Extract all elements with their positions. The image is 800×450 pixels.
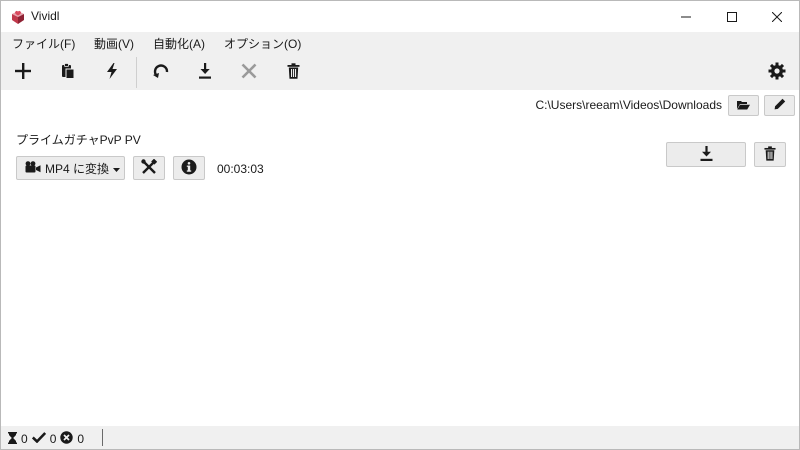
refresh-button[interactable] [147, 58, 175, 86]
pencil-icon [774, 98, 786, 113]
output-path: C:\Users\reeam\Videos\Downloads [535, 98, 722, 112]
menu-video[interactable]: 動画(V) [94, 35, 134, 52]
edit-path-button[interactable] [764, 95, 795, 116]
paste-button[interactable] [54, 58, 82, 86]
gear-icon [768, 62, 786, 83]
clipboard-icon [61, 62, 75, 82]
trash-icon [287, 62, 300, 82]
maximize-button[interactable] [709, 1, 755, 32]
info-button[interactable] [173, 156, 205, 180]
close-button[interactable] [754, 1, 800, 32]
menu-bar: ファイル(F) 動画(V) 自動化(A) オプション(O) [1, 32, 799, 54]
menu-file[interactable]: ファイル(F) [12, 35, 75, 52]
plus-icon [14, 62, 32, 83]
refresh-icon [152, 63, 170, 82]
title-bar: Vividl [1, 1, 799, 32]
download-button[interactable] [666, 142, 746, 167]
download-icon [198, 62, 212, 82]
folder-open-icon [737, 99, 750, 113]
video-camera-icon [25, 160, 41, 176]
settings-button[interactable] [763, 58, 791, 86]
done-count: 0 [49, 432, 57, 446]
cancel-button[interactable] [235, 58, 263, 86]
video-title: プライムガチャPvP PV [16, 133, 141, 147]
menu-automation[interactable]: 自動化(A) [153, 35, 205, 52]
wrench-screwdriver-icon [141, 158, 158, 178]
add-button[interactable] [9, 58, 37, 86]
window-title: Vividl [31, 9, 60, 23]
lightning-icon [106, 62, 118, 82]
app-window: Vividl ファイル(F) 動画(V) 自動化(A) オプション(O) C:\… [0, 0, 800, 450]
video-duration: 00:03:03 [217, 162, 264, 176]
download-list: C:\Users\reeam\Videos\Downloads プライムガチャP… [1, 90, 799, 426]
check-icon [31, 432, 46, 446]
info-icon [181, 159, 197, 178]
remove-item-button[interactable] [754, 142, 786, 167]
vividl-logo-icon [10, 9, 26, 25]
quick-download-button[interactable] [98, 58, 126, 86]
open-folder-button[interactable] [728, 95, 759, 116]
caret-down-icon [113, 161, 121, 175]
hourglass-icon [8, 431, 17, 447]
error-circle-icon [60, 431, 74, 447]
pending-count: 0 [21, 432, 28, 446]
menu-options[interactable]: オプション(O) [224, 35, 301, 52]
failed-count: 0 [77, 432, 85, 446]
tools-button[interactable] [133, 156, 165, 180]
toolbar-separator [136, 57, 137, 88]
status-counters: 0 0 0 [8, 431, 84, 447]
download-all-button[interactable] [191, 58, 219, 86]
download-icon [700, 145, 713, 164]
convert-format-label: MP4 に変換 [45, 161, 110, 176]
status-bar: 0 0 0 [1, 426, 799, 449]
toolbar [1, 54, 799, 90]
cancel-icon [241, 63, 257, 82]
minimize-button[interactable] [663, 1, 709, 32]
trash-icon [764, 145, 776, 164]
convert-format-dropdown[interactable]: MP4 に変換 [16, 156, 125, 180]
status-separator [102, 429, 103, 446]
clear-button[interactable] [279, 58, 307, 86]
